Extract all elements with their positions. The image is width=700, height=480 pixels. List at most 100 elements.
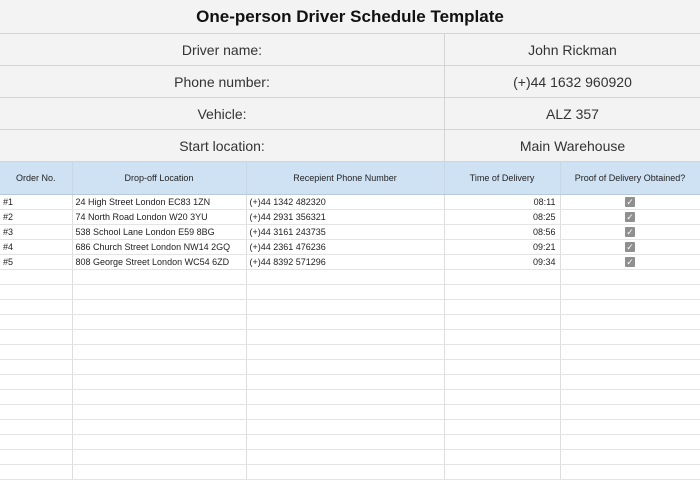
order-number-cell[interactable] — [0, 389, 73, 405]
recipient-phone-cell[interactable]: (+)44 2361 476236 — [246, 239, 445, 255]
order-number-cell[interactable] — [0, 284, 73, 300]
proof-of-delivery-cell[interactable] — [560, 284, 700, 300]
checkbox-checked-icon[interactable]: ✓ — [625, 212, 635, 223]
recipient-phone-cell[interactable] — [246, 374, 445, 390]
order-number-cell[interactable] — [0, 464, 73, 480]
recipient-phone-cell[interactable] — [246, 314, 445, 330]
recipient-phone-cell[interactable]: (+)44 8392 571296 — [246, 254, 445, 270]
delivery-time-cell[interactable]: 08:25 — [444, 209, 561, 225]
vehicle-value[interactable]: ALZ 357 — [445, 98, 700, 129]
proof-of-delivery-cell[interactable] — [560, 389, 700, 405]
checkbox-checked-icon[interactable]: ✓ — [625, 227, 635, 238]
drop-off-location-cell[interactable] — [72, 449, 247, 465]
order-number-cell[interactable] — [0, 419, 73, 435]
start-location-label[interactable]: Start location: — [0, 130, 445, 161]
delivery-time-cell[interactable] — [444, 404, 561, 420]
drop-off-location-cell[interactable]: 74 North Road London W20 3YU — [72, 209, 247, 225]
order-number-cell[interactable] — [0, 449, 73, 465]
drop-off-location-cell[interactable] — [72, 389, 247, 405]
delivery-time-cell[interactable] — [444, 344, 561, 360]
recipient-phone-cell[interactable] — [246, 284, 445, 300]
proof-of-delivery-cell[interactable] — [560, 269, 700, 285]
order-number-cell[interactable] — [0, 344, 73, 360]
proof-of-delivery-cell[interactable] — [560, 374, 700, 390]
drop-off-location-cell[interactable]: 24 High Street London EC83 1ZN — [72, 194, 247, 210]
recipient-phone-cell[interactable] — [246, 464, 445, 480]
proof-of-delivery-cell[interactable] — [560, 359, 700, 375]
phone-number-value[interactable]: (+)44 1632 960920 — [445, 66, 700, 97]
recipient-phone-cell[interactable]: (+)44 1342 482320 — [246, 194, 445, 210]
order-number-cell[interactable] — [0, 329, 73, 345]
order-number-cell[interactable] — [0, 359, 73, 375]
proof-of-delivery-cell[interactable]: ✓ — [560, 254, 700, 270]
order-number-cell[interactable]: #4 — [0, 239, 73, 255]
drop-off-location-cell[interactable] — [72, 344, 247, 360]
checkbox-checked-icon[interactable]: ✓ — [625, 242, 635, 253]
proof-of-delivery-cell[interactable]: ✓ — [560, 239, 700, 255]
order-number-cell[interactable] — [0, 374, 73, 390]
delivery-time-cell[interactable] — [444, 434, 561, 450]
drop-off-location-cell[interactable] — [72, 404, 247, 420]
order-number-cell[interactable] — [0, 299, 73, 315]
drop-off-location-cell[interactable] — [72, 419, 247, 435]
order-number-cell[interactable]: #1 — [0, 194, 73, 210]
delivery-time-cell[interactable] — [444, 419, 561, 435]
recipient-phone-cell[interactable] — [246, 299, 445, 315]
driver-name-value[interactable]: John Rickman — [445, 34, 700, 65]
recipient-phone-cell[interactable] — [246, 269, 445, 285]
delivery-time-cell[interactable] — [444, 284, 561, 300]
drop-off-location-cell[interactable] — [72, 284, 247, 300]
recipient-phone-cell[interactable]: (+)44 3161 243735 — [246, 224, 445, 240]
order-number-cell[interactable]: #5 — [0, 254, 73, 270]
delivery-time-cell[interactable] — [444, 314, 561, 330]
proof-of-delivery-cell[interactable] — [560, 314, 700, 330]
order-number-cell[interactable]: #3 — [0, 224, 73, 240]
order-number-cell[interactable] — [0, 404, 73, 420]
delivery-time-cell[interactable] — [444, 269, 561, 285]
delivery-time-cell[interactable] — [444, 329, 561, 345]
drop-off-location-cell[interactable] — [72, 434, 247, 450]
column-header-proof[interactable]: Proof of Delivery Obtained? — [560, 162, 700, 195]
recipient-phone-cell[interactable] — [246, 434, 445, 450]
order-number-cell[interactable]: #2 — [0, 209, 73, 225]
proof-of-delivery-cell[interactable] — [560, 344, 700, 360]
schedule-title[interactable]: One-person Driver Schedule Template — [0, 0, 700, 34]
proof-of-delivery-cell[interactable] — [560, 404, 700, 420]
drop-off-location-cell[interactable]: 808 George Street London WC54 6ZD — [72, 254, 247, 270]
recipient-phone-cell[interactable]: (+)44 2931 356321 — [246, 209, 445, 225]
recipient-phone-cell[interactable] — [246, 449, 445, 465]
delivery-time-cell[interactable] — [444, 359, 561, 375]
start-location-value[interactable]: Main Warehouse — [445, 130, 700, 161]
recipient-phone-cell[interactable] — [246, 389, 445, 405]
proof-of-delivery-cell[interactable] — [560, 299, 700, 315]
proof-of-delivery-cell[interactable] — [560, 449, 700, 465]
recipient-phone-cell[interactable] — [246, 359, 445, 375]
drop-off-location-cell[interactable] — [72, 374, 247, 390]
column-header-location[interactable]: Drop-off Location — [72, 162, 247, 195]
drop-off-location-cell[interactable] — [72, 329, 247, 345]
recipient-phone-cell[interactable] — [246, 404, 445, 420]
checkbox-checked-icon[interactable]: ✓ — [625, 257, 635, 268]
delivery-time-cell[interactable] — [444, 449, 561, 465]
column-header-phone[interactable]: Recepient Phone Number — [246, 162, 445, 195]
delivery-time-cell[interactable] — [444, 374, 561, 390]
delivery-time-cell[interactable]: 08:56 — [444, 224, 561, 240]
column-header-time[interactable]: Time of Delivery — [444, 162, 561, 195]
drop-off-location-cell[interactable] — [72, 359, 247, 375]
proof-of-delivery-cell[interactable] — [560, 434, 700, 450]
drop-off-location-cell[interactable] — [72, 299, 247, 315]
proof-of-delivery-cell[interactable]: ✓ — [560, 224, 700, 240]
recipient-phone-cell[interactable] — [246, 329, 445, 345]
proof-of-delivery-cell[interactable]: ✓ — [560, 194, 700, 210]
delivery-time-cell[interactable] — [444, 389, 561, 405]
recipient-phone-cell[interactable] — [246, 344, 445, 360]
proof-of-delivery-cell[interactable] — [560, 419, 700, 435]
proof-of-delivery-cell[interactable] — [560, 464, 700, 480]
delivery-time-cell[interactable]: 09:21 — [444, 239, 561, 255]
drop-off-location-cell[interactable]: 686 Church Street London NW14 2GQ — [72, 239, 247, 255]
delivery-time-cell[interactable]: 09:34 — [444, 254, 561, 270]
checkbox-checked-icon[interactable]: ✓ — [625, 197, 635, 208]
proof-of-delivery-cell[interactable] — [560, 329, 700, 345]
phone-number-label[interactable]: Phone number: — [0, 66, 445, 97]
order-number-cell[interactable] — [0, 269, 73, 285]
